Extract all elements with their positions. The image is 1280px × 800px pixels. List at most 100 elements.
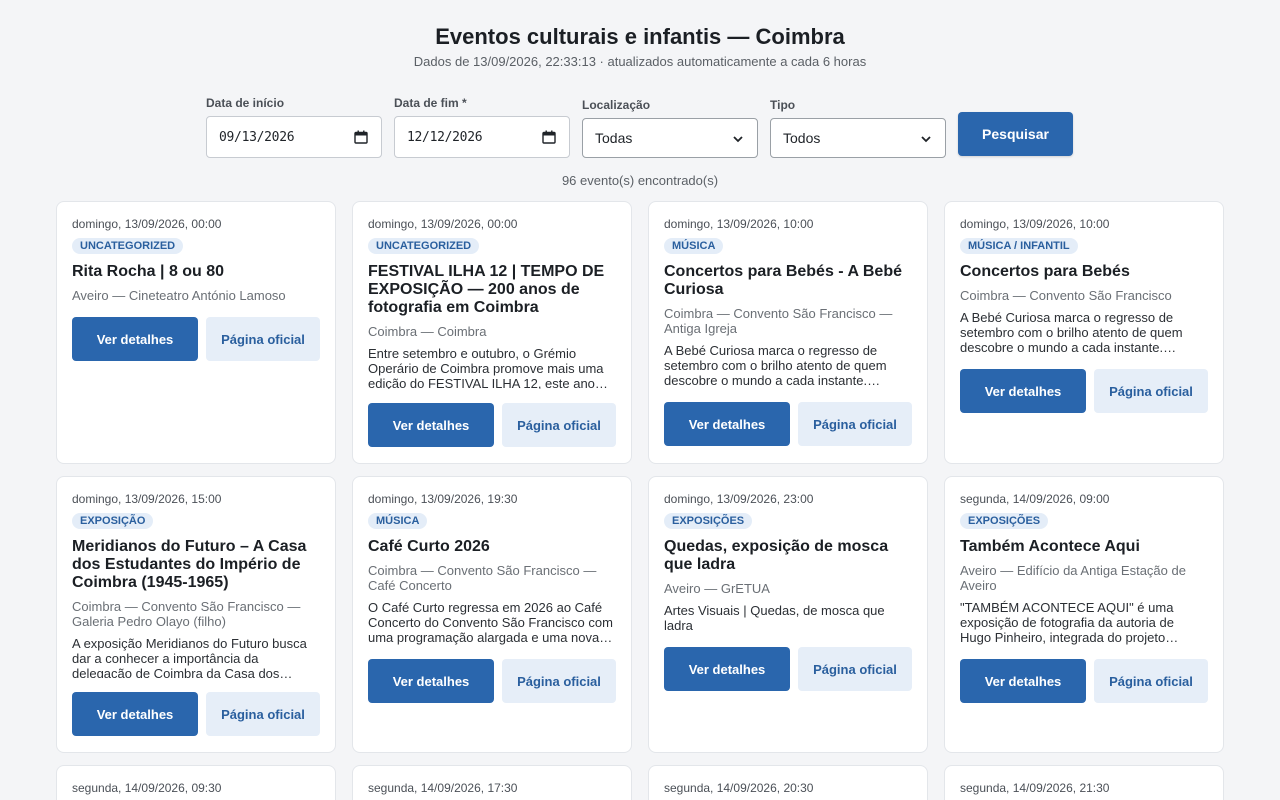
event-card: domingo, 13/09/2026, 00:00 UNCATEGORIZED… xyxy=(352,201,632,464)
page-title: Eventos culturais e infantis — Coimbra xyxy=(435,24,845,49)
event-grid-row-2: domingo, 13/09/2026, 15:00 EXPOSIÇÃO Mer… xyxy=(56,476,1280,753)
card-actions: Ver detalhes Página oficial xyxy=(960,659,1208,703)
event-card: domingo, 13/09/2026, 15:00 EXPOSIÇÃO Mer… xyxy=(56,476,336,753)
event-date: domingo, 13/09/2026, 10:00 xyxy=(960,217,1110,231)
event-card: domingo, 13/09/2026, 23:00 EXPOSIÇÕES Qu… xyxy=(648,476,928,753)
event-card: domingo, 13/09/2026, 00:00 UNCATEGORIZED… xyxy=(56,201,336,464)
details-button[interactable]: Ver detalhes xyxy=(72,317,198,361)
calendar-icon[interactable] xyxy=(354,130,368,144)
event-card: domingo, 13/09/2026, 10:00 MÚSICA / INFA… xyxy=(944,201,1224,464)
official-page-button[interactable]: Página oficial xyxy=(206,692,320,736)
event-date: domingo, 13/09/2026, 19:30 xyxy=(368,492,518,506)
event-date: domingo, 13/09/2026, 15:00 xyxy=(72,492,222,506)
event-location: Aveiro — Edifício da Antiga Estação de A… xyxy=(960,563,1186,593)
card-actions: Ver detalhes Página oficial xyxy=(664,402,912,446)
category-badge: UNCATEGORIZED xyxy=(72,238,184,254)
details-button[interactable]: Ver detalhes xyxy=(72,692,198,736)
event-date: segunda, 14/09/2026, 20:30 xyxy=(664,781,814,795)
category-badge: EXPOSIÇÃO xyxy=(72,513,154,529)
location-label: Localização xyxy=(582,98,651,112)
event-location: Coimbra — Convento São Francisco — Galer… xyxy=(72,599,301,629)
event-card: segunda, 14/09/2026, 17:30 xyxy=(352,765,632,800)
start-date-label: Data de início xyxy=(206,96,285,110)
details-button[interactable]: Ver detalhes xyxy=(960,659,1086,703)
event-grid-row-3: segunda, 14/09/2026, 09:30 segunda, 14/0… xyxy=(56,765,1280,800)
category-badge: UNCATEGORIZED xyxy=(368,238,480,254)
type-label: Tipo xyxy=(770,98,796,112)
event-location: Coimbra — Convento São Francisco — Café … xyxy=(368,563,597,593)
event-date: domingo, 13/09/2026, 10:00 xyxy=(664,217,814,231)
event-grid-row-1: domingo, 13/09/2026, 00:00 UNCATEGORIZED… xyxy=(56,201,1280,464)
end-date-field: Data de fim * 12/12/2026 xyxy=(394,96,570,158)
event-title: Rita Rocha | 8 ou 80 xyxy=(72,263,225,280)
official-page-button[interactable]: Página oficial xyxy=(798,402,912,446)
location-field: Localização Todas xyxy=(582,98,758,158)
category-badge: MÚSICA / INFANTIL xyxy=(960,238,1078,254)
event-date: domingo, 13/09/2026, 00:00 xyxy=(368,217,518,231)
details-button[interactable]: Ver detalhes xyxy=(960,369,1086,413)
event-card: domingo, 13/09/2026, 19:30 MÚSICA Café C… xyxy=(352,476,632,753)
end-date-value: 12/12/2026 xyxy=(407,129,483,145)
card-actions: Ver detalhes Página oficial xyxy=(960,369,1208,413)
category-badge: MÚSICA xyxy=(368,513,428,529)
official-page-button[interactable]: Página oficial xyxy=(798,647,912,691)
event-card: segunda, 14/09/2026, 20:30 xyxy=(648,765,928,800)
page: Eventos culturais e infantis — Coimbra D… xyxy=(0,24,1280,800)
chevron-down-icon xyxy=(732,132,744,144)
event-title: Meridianos do Futuro – A Casa dos Estuda… xyxy=(72,538,307,591)
card-actions: Ver detalhes Página oficial xyxy=(368,659,616,703)
start-date-value: 09/13/2026 xyxy=(219,129,295,145)
calendar-icon[interactable] xyxy=(542,130,556,144)
event-description: A Bebé Curiosa marca o regresso de setem… xyxy=(664,343,887,388)
official-page-button[interactable]: Página oficial xyxy=(206,317,320,361)
details-button[interactable]: Ver detalhes xyxy=(664,402,790,446)
category-badge: EXPOSIÇÕES xyxy=(960,513,1049,529)
event-location: Aveiro — GrETUA xyxy=(664,581,770,596)
event-date: segunda, 14/09/2026, 09:00 xyxy=(960,492,1110,506)
category-badge: EXPOSIÇÕES xyxy=(664,513,753,529)
type-select[interactable]: Todos xyxy=(770,118,946,158)
details-button[interactable]: Ver detalhes xyxy=(368,659,494,703)
event-description: O Café Curto regressa em 2026 ao Café Co… xyxy=(368,600,613,645)
details-button[interactable]: Ver detalhes xyxy=(368,403,494,447)
event-card: segunda, 14/09/2026, 21:30 xyxy=(944,765,1224,800)
event-date: segunda, 14/09/2026, 09:30 xyxy=(72,781,222,795)
official-page-button[interactable]: Página oficial xyxy=(1094,659,1208,703)
results-count: 96 evento(s) encontrado(s) xyxy=(561,173,719,188)
filter-bar: Data de início 09/13/2026 Data de fim * … xyxy=(206,94,1280,158)
event-description: "TAMBÉM ACONTECE AQUI" é uma exposição d… xyxy=(960,600,1179,645)
event-title: FESTIVAL ILHA 12 | TEMPO DE EXPOSIÇÃO — … xyxy=(368,263,605,316)
event-date: segunda, 14/09/2026, 21:30 xyxy=(960,781,1110,795)
details-button[interactable]: Ver detalhes xyxy=(664,647,790,691)
event-description: A Bebé Curiosa marca o regresso de setem… xyxy=(960,310,1183,355)
event-date: domingo, 13/09/2026, 23:00 xyxy=(664,492,814,506)
event-date: segunda, 14/09/2026, 17:30 xyxy=(368,781,518,795)
start-date-input[interactable]: 09/13/2026 xyxy=(206,116,382,158)
event-title: Também Acontece Aqui xyxy=(960,538,1140,555)
card-actions: Ver detalhes Página oficial xyxy=(72,692,320,736)
card-actions: Ver detalhes Página oficial xyxy=(664,647,912,691)
end-date-label: Data de fim * xyxy=(394,96,467,110)
end-date-input[interactable]: 12/12/2026 xyxy=(394,116,570,158)
official-page-button[interactable]: Página oficial xyxy=(502,403,616,447)
search-button[interactable]: Pesquisar xyxy=(958,112,1073,156)
event-location: Coimbra — Convento São Francisco xyxy=(960,288,1172,303)
type-field: Tipo Todos xyxy=(770,98,946,158)
event-card: segunda, 14/09/2026, 09:30 xyxy=(56,765,336,800)
event-title: Concertos para Bebés xyxy=(960,263,1130,280)
official-page-button[interactable]: Página oficial xyxy=(1094,369,1208,413)
event-location: Coimbra — Convento São Francisco — Antig… xyxy=(664,306,893,336)
card-actions: Ver detalhes Página oficial xyxy=(368,403,616,447)
location-select-value: Todas xyxy=(595,130,633,146)
event-date: domingo, 13/09/2026, 00:00 xyxy=(72,217,222,231)
event-location: Coimbra — Coimbra xyxy=(368,324,487,339)
official-page-button[interactable]: Página oficial xyxy=(502,659,616,703)
event-location: Aveiro — Cineteatro António Lamoso xyxy=(72,288,286,303)
event-card: segunda, 14/09/2026, 09:00 EXPOSIÇÕES Ta… xyxy=(944,476,1224,753)
type-select-value: Todos xyxy=(783,130,821,146)
category-badge: MÚSICA xyxy=(664,238,724,254)
event-description: Artes Visuais | Quedas, de mosca que lad… xyxy=(664,603,885,633)
page-subtitle: Dados de 13/09/2026, 22:33:13 · atualiza… xyxy=(413,54,867,69)
location-select[interactable]: Todas xyxy=(582,118,758,158)
chevron-down-icon xyxy=(920,132,932,144)
